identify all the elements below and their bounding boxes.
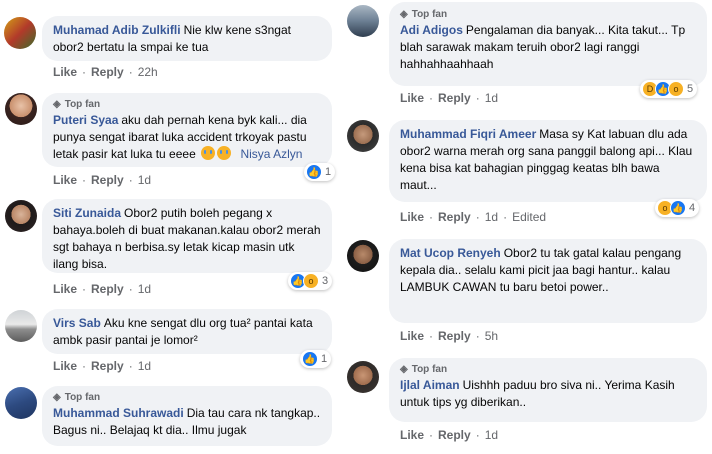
reaction-summary[interactable]: 👍 1: [300, 350, 332, 368]
reaction-count: 4: [689, 202, 696, 214]
top-fan-badge: ◈ Top fan: [53, 97, 321, 111]
wow-reaction-icon: o: [303, 273, 319, 289]
comment-actions: Like · Reply · 1d: [400, 428, 499, 442]
crying-emoji-icon: [201, 146, 216, 160]
diamond-icon: ◈: [53, 98, 61, 110]
comment-bubble: Mat Ucop Renyeh Obor2 tu tak gatal kalau …: [389, 239, 707, 323]
reaction-summary[interactable]: o 👍 4: [655, 199, 700, 217]
avatar[interactable]: [347, 5, 379, 37]
comment-author[interactable]: Mat Ucop Renyeh: [400, 246, 501, 260]
reaction-count: 5: [687, 83, 694, 95]
reply-link[interactable]: Reply: [438, 91, 471, 105]
avatar[interactable]: [347, 361, 379, 393]
reaction-count: 3: [322, 275, 329, 287]
comment-bubble: ◈ Top fan Adi Adigos Pengalaman dia banyak…: [389, 2, 707, 86]
comment-bubble: Muhamad Adib Zulkifli Nie klw kene s3ngat…: [42, 16, 332, 61]
comment-bubble: Siti Zunaida Obor2 putih boleh pegang x b…: [42, 199, 332, 273]
like-reaction-icon: 👍: [306, 164, 322, 180]
avatar[interactable]: [4, 17, 36, 49]
comment-actions: Like · Reply · 1d: [53, 359, 152, 373]
like-link[interactable]: Like: [400, 210, 424, 224]
like-link[interactable]: Like: [53, 359, 77, 373]
edited-label: Edited: [512, 210, 547, 224]
reply-link[interactable]: Reply: [438, 210, 471, 224]
comment-actions: Like · Reply · 22h: [53, 65, 158, 79]
comment-author[interactable]: Virs Sab: [53, 316, 101, 330]
reply-link[interactable]: Reply: [91, 282, 124, 296]
comment-actions: Like · Reply · 1d · Edited: [400, 210, 547, 224]
reaction-count: 1: [325, 166, 332, 178]
reaction-count: 1: [321, 353, 328, 365]
reaction-summary[interactable]: D 👍 o 5: [640, 80, 698, 98]
like-link[interactable]: Like: [400, 329, 424, 343]
timestamp[interactable]: 1d: [138, 282, 151, 296]
avatar[interactable]: [5, 387, 37, 419]
timestamp[interactable]: 1d: [138, 359, 151, 373]
comment-author[interactable]: Muhammad Fiqri Ameer: [400, 127, 536, 141]
reply-link[interactable]: Reply: [91, 359, 124, 373]
avatar[interactable]: [5, 310, 37, 342]
reaction-summary[interactable]: 👍 1: [304, 163, 336, 181]
top-fan-badge: ◈ Top fan: [400, 362, 696, 376]
comment-author[interactable]: Muhamad Adib Zulkifli: [53, 23, 181, 37]
avatar[interactable]: [347, 120, 379, 152]
crying-emoji-icon: [217, 146, 232, 160]
timestamp[interactable]: 1d: [138, 173, 151, 187]
comment-author[interactable]: Adi Adigos: [400, 23, 463, 37]
diamond-icon: ◈: [400, 363, 408, 375]
comment-actions: Like · Reply · 1d: [400, 91, 499, 105]
reply-link[interactable]: Reply: [91, 173, 124, 187]
timestamp[interactable]: 1d: [485, 210, 498, 224]
avatar[interactable]: [347, 240, 379, 272]
comment-bubble: Virs Sab Aku kne sengat dlu org tua² pant…: [42, 309, 332, 354]
mention-link[interactable]: Nisya Azlyn: [240, 147, 302, 161]
comment-author[interactable]: Muhammad Suhrawadi: [53, 406, 184, 420]
top-fan-badge: ◈ Top fan: [53, 390, 321, 404]
comment-actions: Like · Reply · 1d: [53, 173, 152, 187]
like-reaction-icon: 👍: [302, 351, 318, 367]
like-link[interactable]: Like: [53, 173, 77, 187]
comment-bubble: ◈ Top fan Ijlal Aiman Uishhh paduu bro siv…: [389, 358, 707, 422]
timestamp[interactable]: 1d: [485, 91, 498, 105]
reply-link[interactable]: Reply: [438, 428, 471, 442]
like-link[interactable]: Like: [53, 65, 77, 79]
like-link[interactable]: Like: [53, 282, 77, 296]
comment-author[interactable]: Ijlal Aiman: [400, 378, 460, 392]
comment-bubble: ◈ Top fan Muhammad Suhrawadi Dia tau cara …: [42, 386, 332, 446]
comment-actions: Like · Reply · 5h: [400, 329, 499, 343]
top-fan-badge: ◈ Top fan: [400, 7, 696, 21]
avatar[interactable]: [5, 200, 37, 232]
like-reaction-icon: 👍: [670, 200, 686, 216]
like-link[interactable]: Like: [400, 91, 424, 105]
comment-author[interactable]: Siti Zunaida: [53, 206, 121, 220]
reply-link[interactable]: Reply: [438, 329, 471, 343]
avatar[interactable]: [5, 93, 37, 125]
comment-bubble: Muhammad Fiqri Ameer Masa sy Kat labuan d…: [389, 120, 707, 202]
timestamp[interactable]: 22h: [138, 65, 158, 79]
timestamp[interactable]: 5h: [485, 329, 498, 343]
timestamp[interactable]: 1d: [485, 428, 498, 442]
reply-link[interactable]: Reply: [91, 65, 124, 79]
diamond-icon: ◈: [400, 8, 408, 20]
diamond-icon: ◈: [53, 391, 61, 403]
comment-author[interactable]: Puteri Syaa: [53, 113, 118, 127]
like-link[interactable]: Like: [400, 428, 424, 442]
comment-bubble: ◈ Top fan Puteri Syaa aku dah pernah kena …: [42, 93, 332, 167]
wow-reaction-icon: o: [668, 81, 684, 97]
comment-actions: Like · Reply · 1d: [53, 282, 152, 296]
reaction-summary[interactable]: 👍 o 3: [288, 272, 333, 290]
